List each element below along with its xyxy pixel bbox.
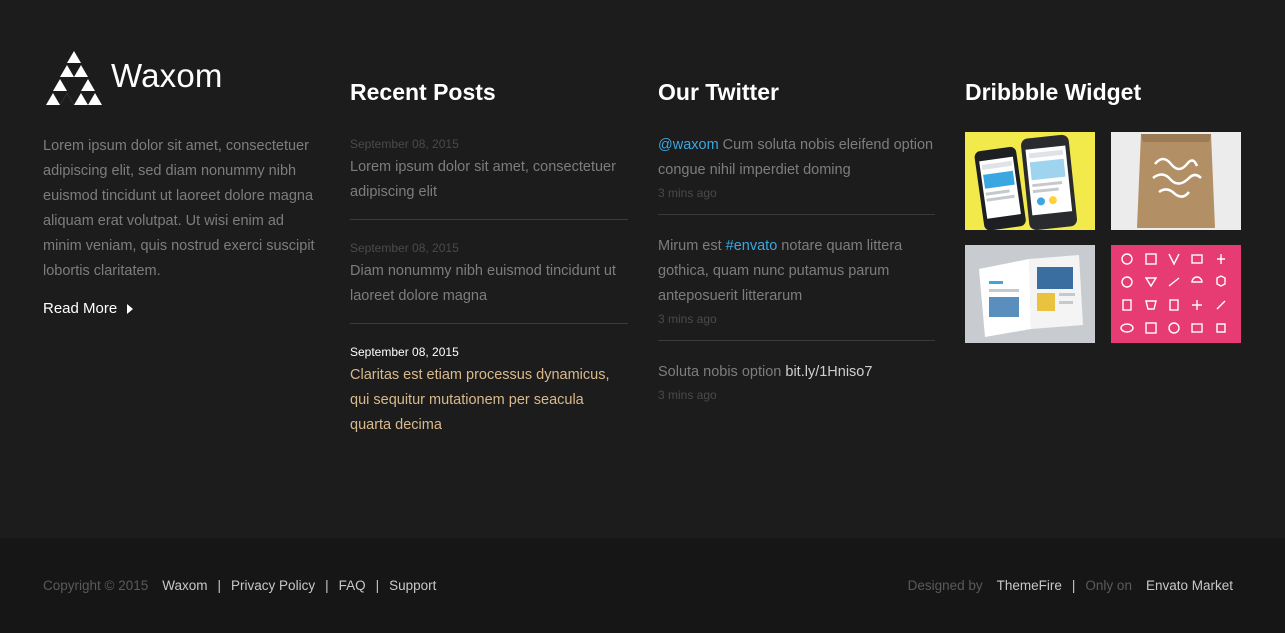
list-item: September 08, 2015 Lorem ipsum dolor sit… xyxy=(350,137,628,220)
list-item: @waxom Cum soluta nobis eleifend option … xyxy=(658,133,935,215)
shot-paper-bag-mockup[interactable] xyxy=(1111,132,1241,230)
twitter-column: Our Twitter @waxom Cum soluta nobis elei… xyxy=(658,50,935,416)
list-item: Mirum est #envato notare quam littera go… xyxy=(658,234,935,341)
read-more-label: Read More xyxy=(43,300,118,317)
copyright-text: Copyright © 2015 xyxy=(43,578,149,593)
shot-icon-set[interactable] xyxy=(1111,245,1241,343)
only-on-label: Only on xyxy=(1085,578,1132,593)
post-date: September 08, 2015 xyxy=(350,137,459,151)
about-column: Waxom Lorem ipsum dolor sit amet, consec… xyxy=(43,50,323,318)
separator: | xyxy=(325,578,329,593)
list-item: Soluta nobis option bit.ly/1Hniso7 3 min… xyxy=(658,360,935,416)
shot-phone-mockup[interactable] xyxy=(965,132,1095,230)
recent-posts-column: Recent Posts September 08, 2015 Lorem ip… xyxy=(350,50,628,452)
tweet-time: 3 mins ago xyxy=(658,186,717,200)
phone-mockup-image xyxy=(965,132,1095,230)
tweet-pre: Mirum est xyxy=(658,238,726,254)
tweets-list: @waxom Cum soluta nobis eleifend option … xyxy=(658,133,935,416)
designed-by-label: Designed by xyxy=(907,578,983,593)
magazine-image xyxy=(965,245,1095,343)
dribbble-shots xyxy=(965,132,1245,343)
footer-widgets: Waxom Lorem ipsum dolor sit amet, consec… xyxy=(0,0,1285,538)
tweet-time: 3 mins ago xyxy=(658,388,717,402)
caret-right-icon xyxy=(127,303,134,314)
post-title-link[interactable]: Claritas est etiam processus dynamicus, … xyxy=(350,363,628,438)
separator: | xyxy=(375,578,380,593)
footer-link-waxom[interactable]: Waxom xyxy=(162,578,207,593)
twitter-title: Our Twitter xyxy=(658,79,779,105)
footer-link-faq[interactable]: FAQ xyxy=(339,578,366,593)
post-date: September 08, 2015 xyxy=(350,345,459,359)
recent-posts-title: Recent Posts xyxy=(350,79,496,105)
dribbble-column: Dribbble Widget xyxy=(965,50,1245,343)
tweet-time: 3 mins ago xyxy=(658,312,717,326)
icon-set-image xyxy=(1111,245,1241,343)
short-url-link[interactable]: bit.ly/1Hniso7 xyxy=(785,364,872,380)
footer-link-support[interactable]: Support xyxy=(389,578,436,593)
brand-name: Waxom xyxy=(111,57,223,94)
market-link[interactable]: Envato Market xyxy=(1146,578,1233,593)
posts-list: September 08, 2015 Lorem ipsum dolor sit… xyxy=(350,137,628,452)
footer-bar: Copyright © 2015 Waxom | Privacy Policy … xyxy=(0,538,1285,633)
tweet-pre: Soluta nobis option xyxy=(658,364,786,380)
separator: | xyxy=(1071,578,1076,593)
shot-magazine-mockup[interactable] xyxy=(965,245,1095,343)
list-item: September 08, 2015 Claritas est etiam pr… xyxy=(350,345,628,452)
triangle-logo-icon xyxy=(46,51,102,105)
post-title-link[interactable]: Lorem ipsum dolor sit amet, consectetuer… xyxy=(350,155,628,205)
read-more-link[interactable]: Read More xyxy=(43,300,134,317)
about-text: Lorem ipsum dolor sit amet, consectetuer… xyxy=(43,138,315,279)
footer-link-privacy[interactable]: Privacy Policy xyxy=(231,578,315,593)
tweet-text: @waxom Cum soluta nobis eleifend option … xyxy=(658,133,935,183)
logo[interactable]: Waxom xyxy=(43,50,323,108)
tweet-text: Soluta nobis option bit.ly/1Hniso7 xyxy=(658,360,935,385)
list-item: September 08, 2015 Diam nonummy nibh eui… xyxy=(350,241,628,324)
post-date: September 08, 2015 xyxy=(350,241,459,255)
designer-link[interactable]: ThemeFire xyxy=(997,578,1062,593)
post-title-link[interactable]: Diam nonummy nibh euismod tincidunt ut l… xyxy=(350,259,628,309)
paper-bag-image xyxy=(1111,132,1241,230)
copyright-area: Copyright © 2015 Waxom | Privacy Policy … xyxy=(43,578,436,593)
separator: | xyxy=(217,578,222,593)
hashtag-link[interactable]: #envato xyxy=(726,238,778,254)
tweet-text: Mirum est #envato notare quam littera go… xyxy=(658,234,935,309)
dribbble-title: Dribbble Widget xyxy=(965,79,1142,105)
credits-area: Designed by ThemeFire | Only on Envato M… xyxy=(908,578,1233,593)
mention-link[interactable]: @waxom xyxy=(658,137,719,153)
